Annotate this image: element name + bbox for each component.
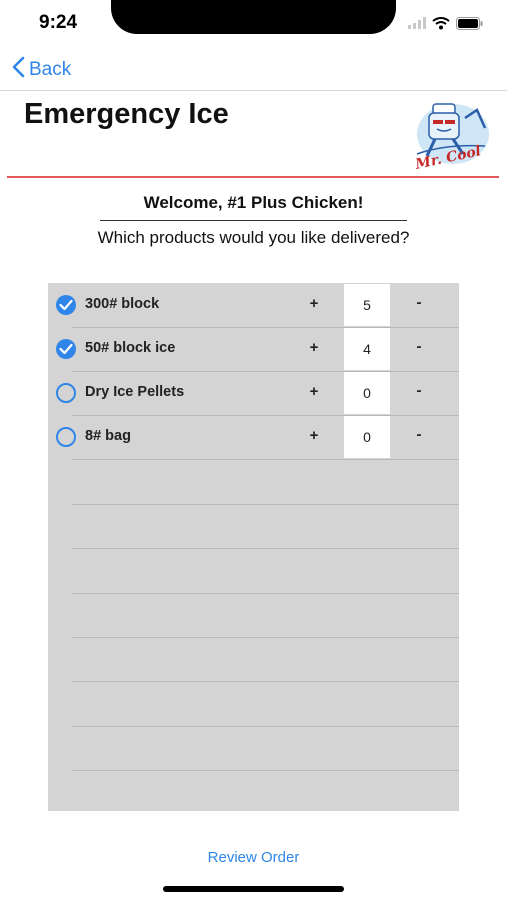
decrement-button[interactable]: -	[412, 426, 426, 443]
status-icons	[408, 13, 483, 33]
product-row[interactable]: 50# block ice + 4 -	[48, 327, 459, 371]
product-row[interactable]: 8# bag + 0 -	[48, 415, 459, 459]
increment-button[interactable]: +	[307, 339, 321, 356]
battery-icon	[456, 16, 483, 30]
quantity-field[interactable]: 0	[344, 416, 390, 458]
chevron-left-icon	[12, 56, 25, 84]
mr-cool-logo: Mr. Cool	[405, 98, 495, 173]
quantity-field[interactable]: 5	[344, 284, 390, 326]
product-row[interactable]: 300# block + 5 -	[48, 283, 459, 327]
navigation-bar: Back	[0, 48, 507, 91]
product-row[interactable]: Dry Ice Pellets + 0 -	[48, 371, 459, 415]
row-divider	[72, 548, 459, 549]
decrement-button[interactable]: -	[412, 294, 426, 311]
prompt-question: Which products would you like delivered?	[97, 228, 410, 247]
back-button[interactable]: Back	[12, 56, 71, 84]
decrement-button[interactable]: -	[412, 338, 426, 355]
product-name: 300# block	[85, 296, 160, 312]
checked-circle-icon[interactable]	[56, 295, 76, 315]
unchecked-circle-icon[interactable]	[56, 427, 76, 447]
signal-icon	[408, 17, 426, 29]
quantity-field[interactable]: 0	[344, 372, 390, 414]
welcome-underline	[100, 220, 407, 221]
decrement-button[interactable]: -	[412, 382, 426, 399]
increment-button[interactable]: +	[307, 295, 321, 312]
row-divider	[72, 637, 459, 638]
increment-button[interactable]: +	[307, 383, 321, 400]
product-name: 8# bag	[85, 428, 131, 444]
row-divider	[72, 681, 459, 682]
product-name: Dry Ice Pellets	[85, 384, 185, 400]
row-divider	[72, 593, 459, 594]
wifi-icon	[432, 16, 450, 30]
back-label: Back	[29, 59, 72, 80]
row-divider	[72, 459, 459, 460]
row-divider	[72, 770, 459, 771]
row-divider	[72, 726, 459, 727]
home-indicator	[163, 886, 344, 892]
product-table: 300# block + 5 - 50# block ice + 4 - Dry…	[48, 283, 459, 811]
header-divider	[7, 176, 499, 178]
quantity-field[interactable]: 4	[344, 328, 390, 370]
status-time: 9:24	[39, 12, 78, 33]
increment-button[interactable]: +	[307, 427, 321, 444]
review-order-button[interactable]: Review Order	[0, 849, 507, 866]
product-name: 50# block ice	[85, 340, 176, 356]
welcome-message: Welcome, #1 Plus Chicken!	[143, 193, 364, 212]
page-title: Emergency Ice	[24, 98, 229, 130]
checked-circle-icon[interactable]	[56, 339, 76, 359]
device-notch	[111, 0, 396, 34]
row-divider	[72, 504, 459, 505]
unchecked-circle-icon[interactable]	[56, 383, 76, 403]
